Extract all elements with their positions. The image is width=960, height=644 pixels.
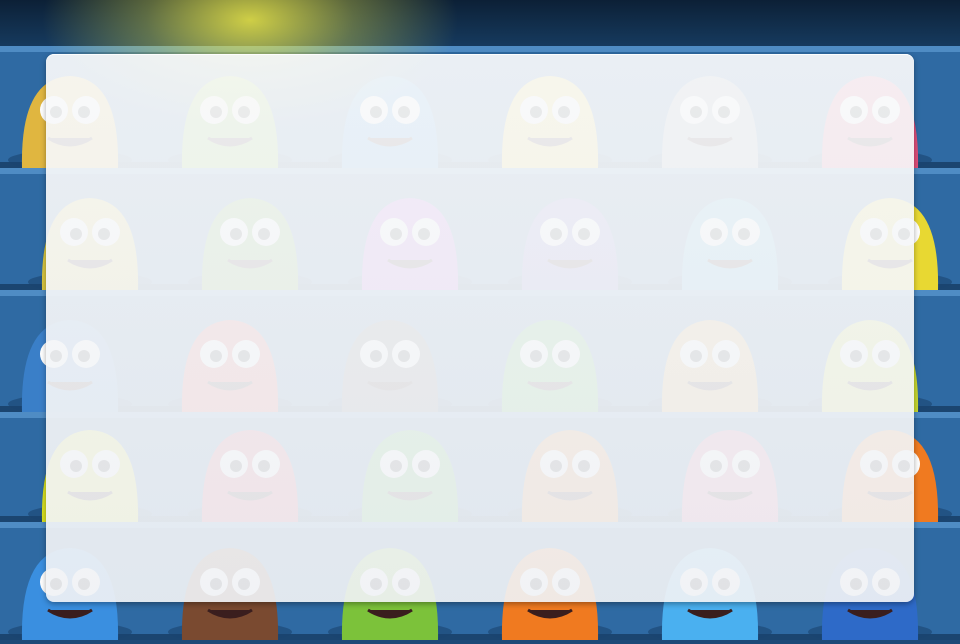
top-dark-band	[0, 0, 960, 46]
panel-content	[46, 54, 914, 602]
modal-panel	[46, 54, 914, 602]
